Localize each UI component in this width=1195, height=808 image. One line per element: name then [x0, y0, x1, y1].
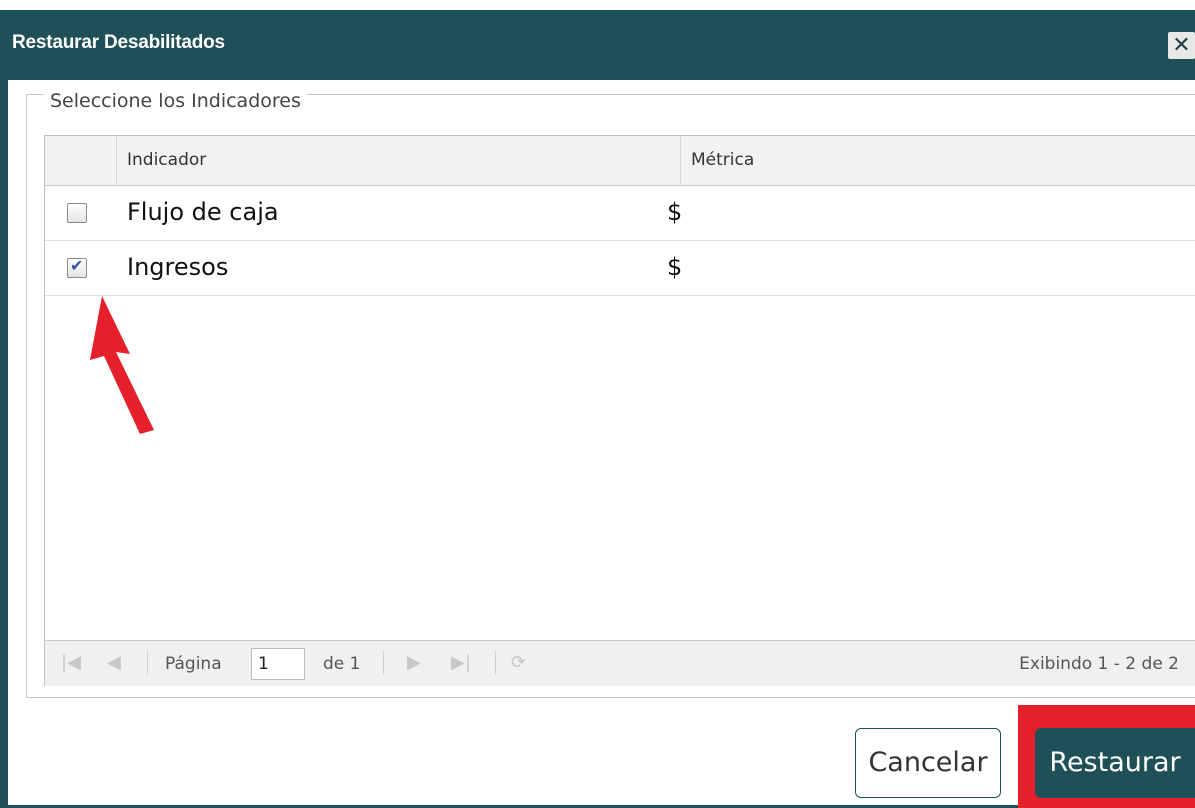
indicador-cell: Flujo de caja [127, 198, 279, 226]
indicador-cell: Ingresos [127, 253, 229, 281]
table-row[interactable]: Ingresos $ [45, 241, 1195, 296]
pager-separator [383, 651, 384, 675]
dialog-title: Restaurar Desabilitados [12, 32, 225, 53]
pager-info: Exibindo 1 - 2 de 2 [1019, 654, 1179, 674]
row-checkbox[interactable] [67, 203, 87, 223]
cancel-button[interactable]: Cancelar [855, 728, 1001, 798]
header-select-column [45, 136, 117, 185]
page-number-input[interactable] [251, 648, 305, 680]
grid-header: Indicador Métrica [45, 136, 1195, 186]
first-page-icon[interactable]: |◀ [61, 652, 81, 673]
metrica-cell: $ [667, 198, 683, 226]
next-page-icon[interactable]: ▶ [407, 652, 421, 673]
header-indicador[interactable]: Indicador [117, 136, 681, 185]
header-metrica[interactable]: Métrica [681, 136, 1195, 185]
dialog-titlebar: Restaurar Desabilitados ✕ [0, 10, 1195, 80]
refresh-icon[interactable]: ⟳ [511, 652, 526, 673]
metrica-cell: $ [667, 253, 683, 281]
prev-page-icon[interactable]: ◀ [107, 652, 121, 673]
grid-pager: |◀ ◀ Página de 1 ▶ ▶| ⟳ Exibindo 1 - 2 d… [45, 640, 1195, 686]
fieldset-legend: Seleccione los Indicadores [44, 90, 307, 112]
pager-separator [147, 651, 148, 675]
indicator-grid: Indicador Métrica Flujo de caja $ Ingres… [44, 135, 1195, 686]
annotation-arrow [90, 296, 154, 434]
close-icon[interactable]: ✕ [1168, 32, 1195, 59]
last-page-icon[interactable]: ▶| [451, 652, 471, 673]
row-checkbox[interactable] [67, 256, 87, 278]
table-row[interactable]: Flujo de caja $ [45, 186, 1195, 241]
restore-button[interactable]: Restaurar [1035, 728, 1195, 798]
pager-separator [495, 651, 496, 675]
page-label: Página [165, 654, 222, 674]
page-count-label: de 1 [323, 654, 361, 674]
